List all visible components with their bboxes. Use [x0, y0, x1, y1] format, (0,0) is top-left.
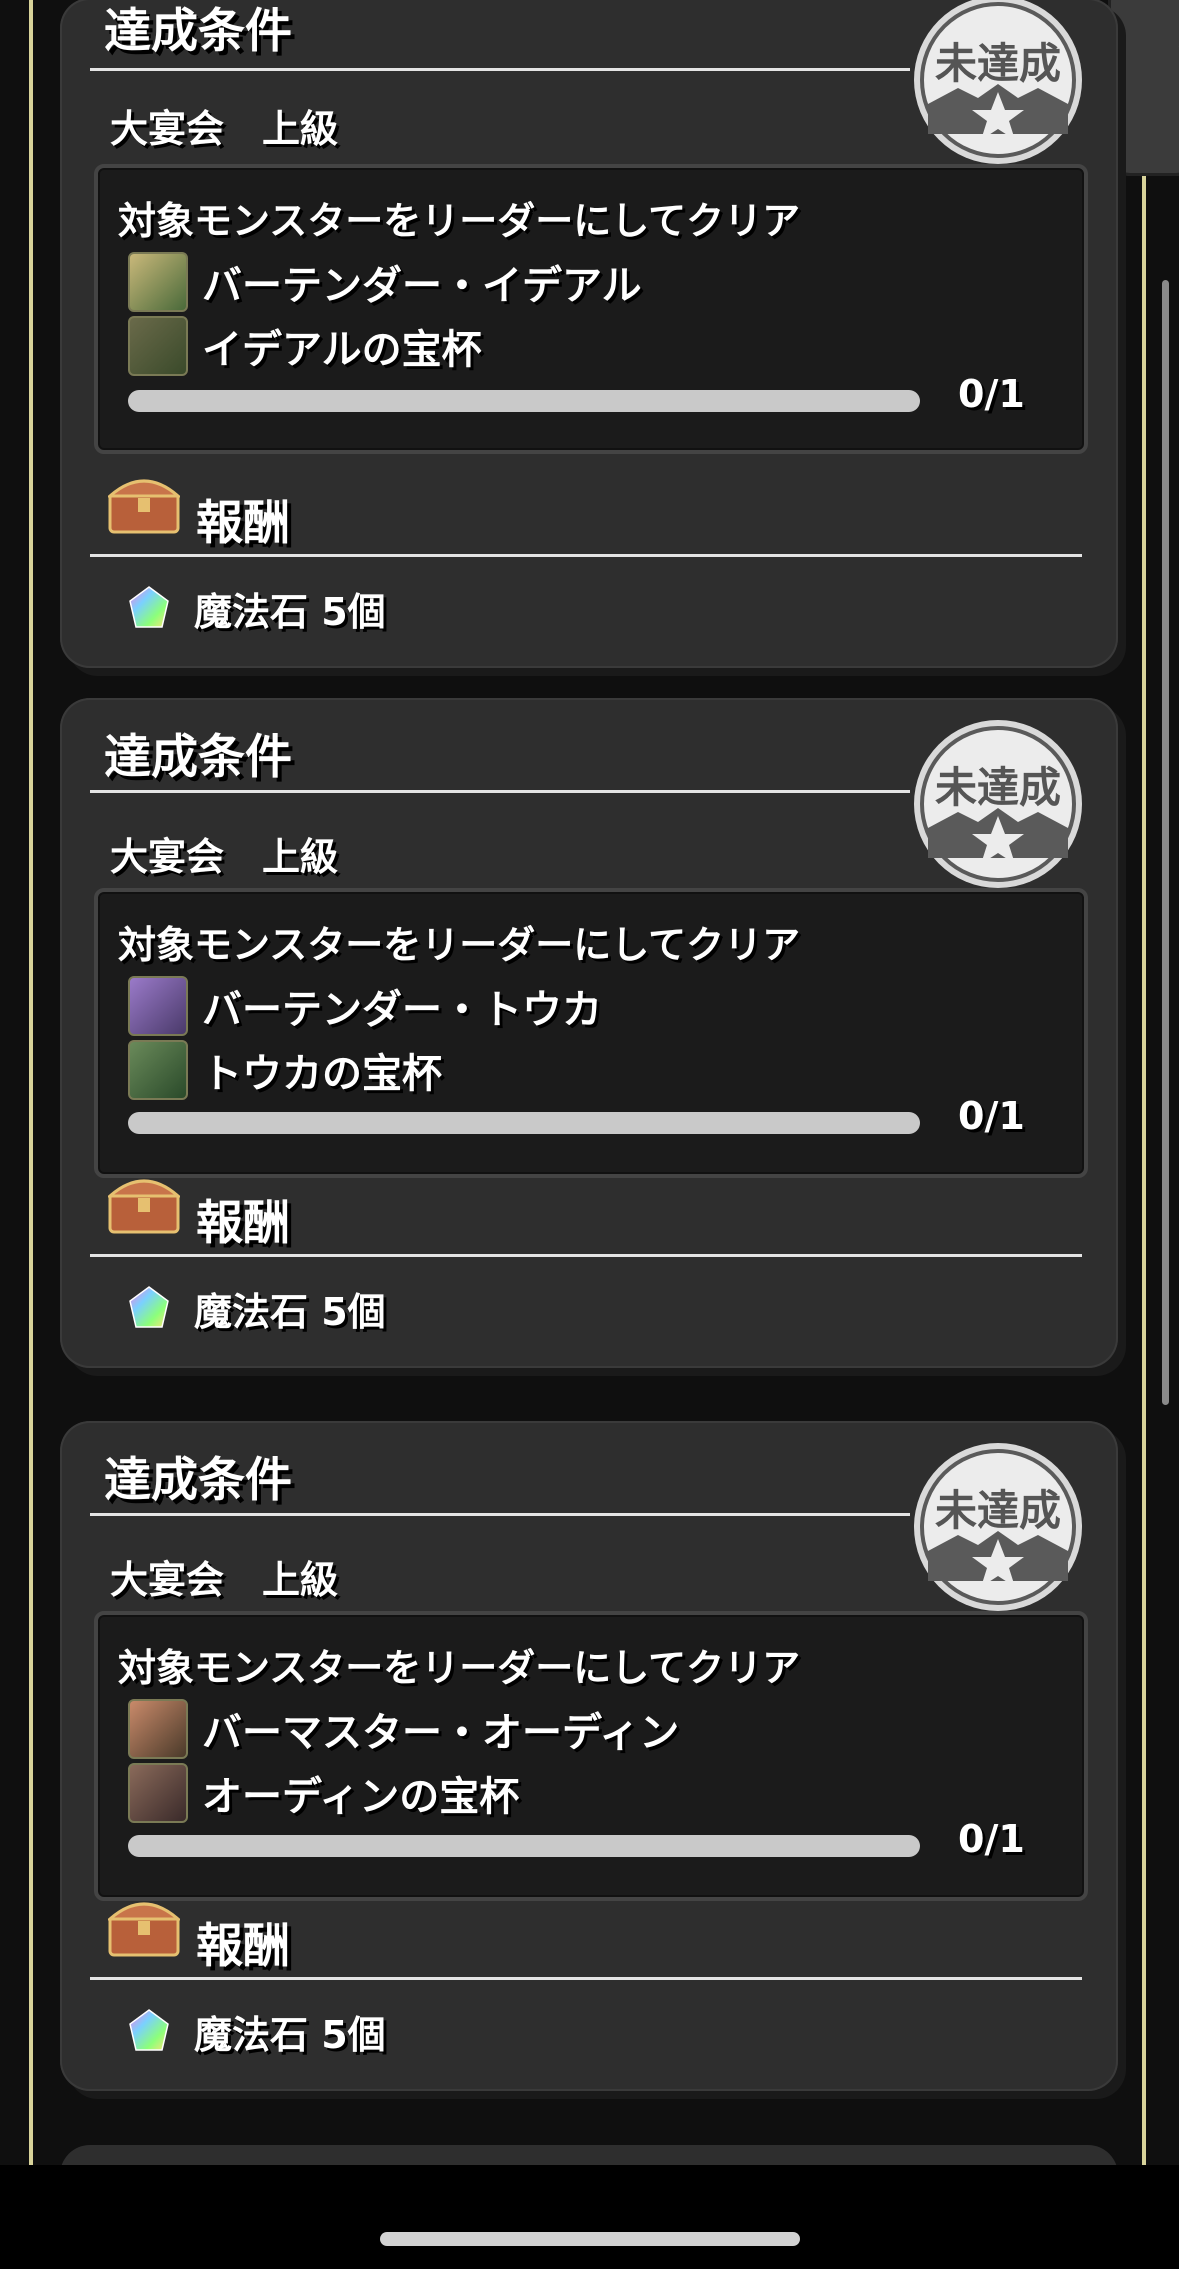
- mission-card: 達成条件 大宴会 上級 未達成 対象モンスターをリーダーにしてクリア バーテンダ…: [60, 698, 1118, 1368]
- monster-row[interactable]: バーテンダー・トウカ: [128, 976, 602, 1036]
- progress-bar: [128, 1835, 920, 1857]
- mission-card: 達成条件 大宴会 上級 未達成 対象モンスターをリーダーにしてクリア バーテンダ…: [60, 0, 1118, 668]
- dungeon-difficulty: 大宴会 上級: [110, 1558, 339, 1602]
- monster-name: トウカの宝杯: [202, 1051, 442, 1097]
- condition-panel: 対象モンスターをリーダーにしてクリア バーテンダー・イデアル イデアルの宝杯 0…: [94, 164, 1088, 454]
- stamp-label: 未達成: [935, 39, 1061, 88]
- monster-row[interactable]: バーマスター・オーディン: [128, 1699, 679, 1759]
- back-button[interactable]: 〈: [1108, 0, 1179, 176]
- divider: [90, 68, 910, 71]
- condition-text: 対象モンスターをリーダーにしてクリア: [118, 923, 801, 967]
- progress-bar: [128, 390, 920, 412]
- reward-title: 報酬: [196, 496, 290, 551]
- chalice-portrait-icon: [128, 316, 188, 376]
- monster-name: バーテンダー・トウカ: [202, 987, 602, 1033]
- divider: [90, 1513, 910, 1516]
- dungeon-difficulty: 大宴会 上級: [110, 835, 339, 879]
- magic-stone-icon: [129, 586, 169, 628]
- monster-row[interactable]: バーテンダー・イデアル: [128, 252, 642, 312]
- divider: [90, 1254, 1082, 1257]
- monster-name: バーマスター・オーディン: [202, 1710, 680, 1756]
- chalice-portrait-icon: [128, 1763, 188, 1823]
- condition-panel: 対象モンスターをリーダーにしてクリア バーテンダー・トウカ トウカの宝杯 0/1: [94, 888, 1088, 1178]
- divider: [90, 1977, 1082, 1980]
- monster-name: イデアルの宝杯: [202, 327, 482, 373]
- character-portrait-icon: [128, 1699, 188, 1759]
- reward-title: 報酬: [196, 1919, 290, 1974]
- chalice-portrait-icon: [128, 1040, 188, 1100]
- condition-title: 達成条件: [104, 4, 292, 59]
- reward-item: 魔法石 5個: [128, 578, 386, 638]
- character-portrait-icon: [128, 976, 188, 1036]
- divider: [90, 790, 910, 793]
- monster-row[interactable]: イデアルの宝杯: [128, 316, 482, 376]
- condition-text: 対象モンスターをリーダーにしてクリア: [118, 199, 801, 243]
- dungeon-difficulty: 大宴会 上級: [110, 107, 339, 151]
- reward-item-label: 魔法石 5個: [194, 2012, 386, 2057]
- treasure-chest-icon: [108, 1179, 180, 1234]
- progress-count: 0/1: [958, 1094, 1025, 1138]
- not-achieved-stamp-icon: 未達成: [914, 720, 1082, 888]
- progress-bar: [128, 1112, 920, 1134]
- condition-text: 対象モンスターをリーダーにしてクリア: [118, 1646, 801, 1690]
- treasure-chest-icon: [108, 1902, 180, 1957]
- condition-title: 達成条件: [104, 730, 292, 785]
- reward-item: 魔法石 5個: [128, 2001, 386, 2061]
- character-portrait-icon: [128, 252, 188, 312]
- monster-name: オーディンの宝杯: [202, 1774, 520, 1820]
- progress-count: 0/1: [958, 1817, 1025, 1861]
- divider: [90, 554, 1082, 557]
- magic-stone-icon: [129, 1286, 169, 1328]
- scrollbar[interactable]: [1162, 280, 1169, 1405]
- reward-item-label: 魔法石 5個: [194, 589, 386, 634]
- condition-panel: 対象モンスターをリーダーにしてクリア バーマスター・オーディン オーディンの宝杯…: [94, 1611, 1088, 1901]
- condition-title: 達成条件: [104, 1453, 292, 1508]
- reward-item: 魔法石 5個: [128, 1278, 386, 1338]
- progress-count: 0/1: [958, 372, 1025, 416]
- left-rail-border: [29, 0, 33, 2165]
- reward-item-label: 魔法石 5個: [194, 1289, 386, 1334]
- stamp-label: 未達成: [935, 763, 1061, 812]
- bottom-safe-area: [0, 2165, 1179, 2269]
- not-achieved-stamp-icon: 未達成: [914, 1443, 1082, 1611]
- treasure-chest-icon: [108, 479, 180, 534]
- monster-name: バーテンダー・イデアル: [202, 263, 642, 309]
- monster-row[interactable]: トウカの宝杯: [128, 1040, 442, 1100]
- back-chevron-icon: 〈: [1126, 0, 1179, 106]
- right-rail-border: [1142, 0, 1146, 2165]
- magic-stone-icon: [129, 2009, 169, 2051]
- stamp-label: 未達成: [935, 1486, 1061, 1535]
- reward-title: 報酬: [196, 1196, 290, 1251]
- not-achieved-stamp-icon: 未達成: [914, 0, 1082, 164]
- monster-row[interactable]: オーディンの宝杯: [128, 1763, 519, 1823]
- home-indicator[interactable]: [380, 2232, 800, 2246]
- mission-card: 達成条件 大宴会 上級 未達成 対象モンスターをリーダーにしてクリア バーマスタ…: [60, 1421, 1118, 2091]
